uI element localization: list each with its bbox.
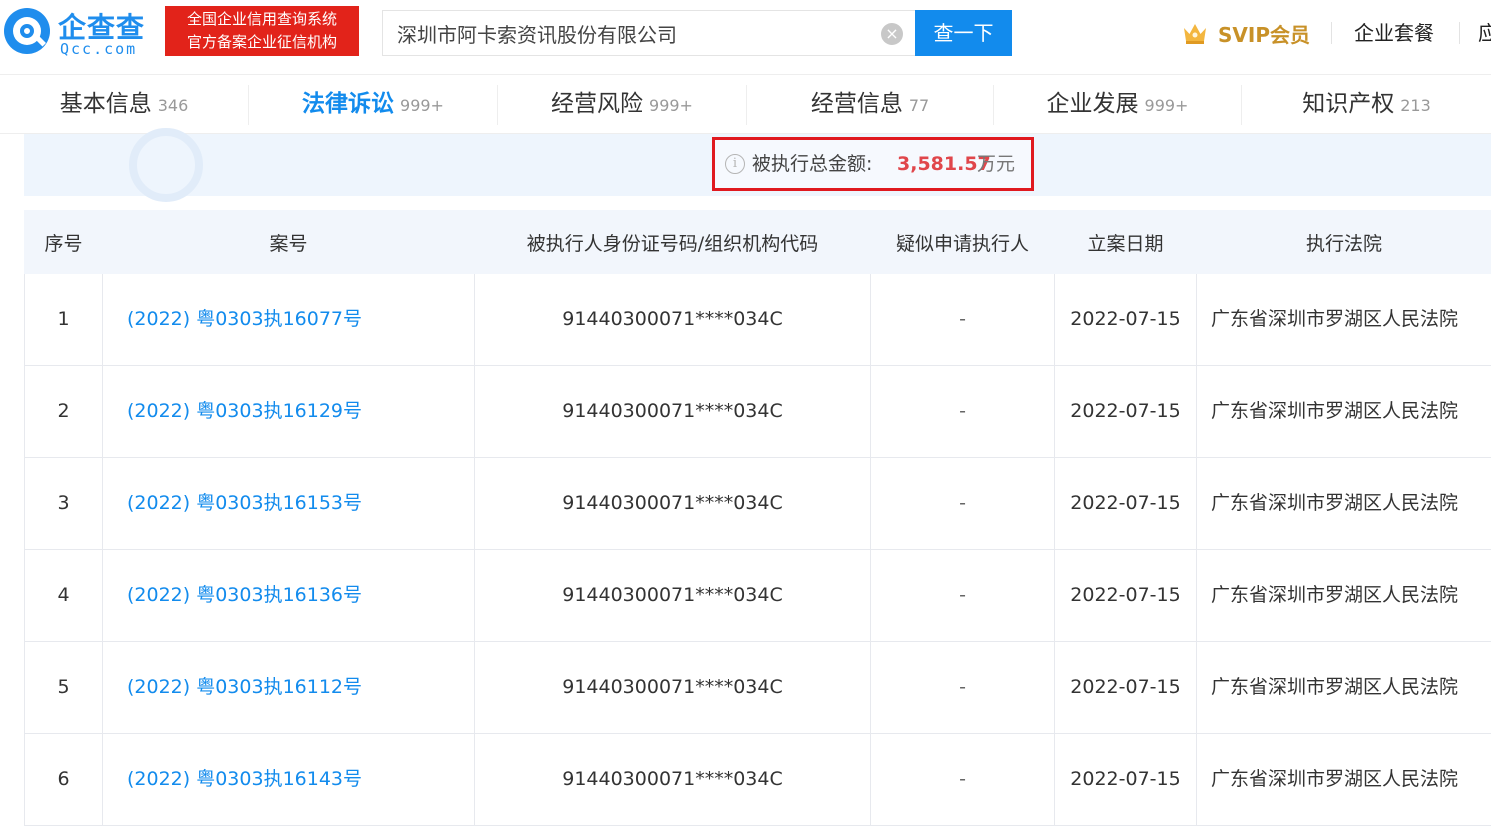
tab-operating-risk[interactable]: 经营风险 999+ [498,75,746,133]
court-name: 广东省深圳市罗湖区人民法院 [1197,642,1491,734]
row-index: 3 [25,458,103,550]
total-amount-unit: 万元 [977,152,1015,176]
row-index: 6 [25,734,103,826]
header-applicant: 疑似申请执行人 [871,211,1055,274]
tab-development[interactable]: 企业发展 999+ [994,75,1241,133]
tab-basic-info[interactable]: 基本信息 346 [0,75,248,133]
filing-date: 2022-07-15 [1055,550,1197,642]
tab-label: 企业发展 [1047,91,1139,117]
header-filing-date: 立案日期 [1055,211,1197,274]
tab-count: 213 [1400,96,1431,115]
filing-date: 2022-07-15 [1055,458,1197,550]
watermark-icon [129,128,203,202]
official-badge: 全国企业信用查询系统 官方备案企业征信机构 [165,6,359,56]
total-amount-highlight: i 被执行总金额: 3,581.57 万元 [712,137,1034,191]
table-row: 4 (2022) 粤0303执16136号 91440300071****034… [25,550,1491,642]
court-name: 广东省深圳市罗湖区人民法院 [1197,458,1491,550]
id-code: 91440300071****034C [475,642,871,734]
court-name: 广东省深圳市罗湖区人民法院 [1197,550,1491,642]
case-number-link[interactable]: (2022) 粤0303执16153号 [103,458,475,550]
table-row: 5 (2022) 粤0303执16112号 91440300071****034… [25,642,1491,734]
case-number-link[interactable]: (2022) 粤0303执16136号 [103,550,475,642]
header-divider [1331,22,1332,44]
top-header: 企查查 Qcc.com 全国企业信用查询系统 官方备案企业征信机构 × 查一下 … [0,0,1491,68]
tab-count: 77 [909,96,929,115]
filing-date: 2022-07-15 [1055,366,1197,458]
case-number-link[interactable]: (2022) 粤0303执16143号 [103,734,475,826]
tab-count: 999+ [400,96,444,115]
logo-mark-icon [4,8,50,54]
id-code: 91440300071****034C [475,274,871,366]
total-amount-label: 被执行总金额: [752,152,872,176]
applicant: - [871,274,1055,366]
applicant: - [871,734,1055,826]
row-index: 2 [25,366,103,458]
tab-count: 999+ [1145,96,1189,115]
search-button[interactable]: 查一下 [915,10,1012,56]
official-badge-line1: 全国企业信用查询系统 [165,8,359,31]
court-name: 广东省深圳市罗湖区人民法院 [1197,274,1491,366]
court-name: 广东省深圳市罗湖区人民法院 [1197,366,1491,458]
id-code: 91440300071****034C [475,734,871,826]
filing-date: 2022-07-15 [1055,642,1197,734]
tab-label: 经营风险 [551,91,643,117]
case-number-link[interactable]: (2022) 粤0303执16129号 [103,366,475,458]
id-code: 91440300071****034C [475,550,871,642]
case-number-link[interactable]: (2022) 粤0303执16077号 [103,274,475,366]
svip-member-link[interactable]: SVIP会员 [1182,18,1310,48]
row-index: 1 [25,274,103,366]
crown-icon [1182,22,1208,44]
table-row: 6 (2022) 粤0303执16143号 91440300071****034… [25,734,1491,826]
tab-intellectual-property[interactable]: 知识产权 213 [1242,75,1491,133]
case-number-link[interactable]: (2022) 粤0303执16112号 [103,642,475,734]
tab-count: 999+ [649,96,693,115]
id-code: 91440300071****034C [475,366,871,458]
company-tabs: 基本信息 346 法律诉讼 999+ 经营风险 999+ 经营信息 77 企业发展 999… [0,74,1491,134]
applicant: - [871,642,1055,734]
header-divider [1459,22,1460,44]
execution-table: 序号 案号 被执行人身份证号码/组织机构代码 疑似申请执行人 立案日期 执行法院… [24,210,1491,826]
tab-operating-info[interactable]: 经营信息 77 [747,75,993,133]
svip-label: SVIP会员 [1218,19,1310,48]
table-row: 1 (2022) 粤0303执16077号 91440300071****034… [25,274,1491,366]
filing-date: 2022-07-15 [1055,274,1197,366]
search-input[interactable] [397,11,867,55]
truncated-nav-link[interactable]: 应 [1478,18,1491,48]
logo-domain: Qcc.com [60,40,137,58]
applicant: - [871,550,1055,642]
row-index: 4 [25,550,103,642]
applicant: - [871,458,1055,550]
tab-label: 经营信息 [811,91,903,117]
id-code: 91440300071****034C [475,458,871,550]
row-index: 5 [25,642,103,734]
header-case-number: 案号 [103,211,475,274]
official-badge-line2: 官方备案企业征信机构 [165,31,359,54]
enterprise-package-link[interactable]: 企业套餐 [1354,18,1434,48]
header-index: 序号 [25,211,103,274]
header-court: 执行法院 [1197,211,1491,274]
tab-label: 法律诉讼 [302,91,394,117]
qcc-logo[interactable]: 企查查 Qcc.com [0,6,160,60]
table-row: 2 (2022) 粤0303执16129号 91440300071****034… [25,366,1491,458]
search-box: × [382,10,916,56]
applicant: - [871,366,1055,458]
info-icon[interactable]: i [725,154,745,174]
tab-legal-litigation[interactable]: 法律诉讼 999+ [249,75,497,133]
tab-label: 知识产权 [1302,91,1394,117]
tab-label: 基本信息 [60,91,152,117]
court-name: 广东省深圳市罗湖区人民法院 [1197,734,1491,826]
tab-count: 346 [158,96,189,115]
header-id-code: 被执行人身份证号码/组织机构代码 [475,211,871,274]
filing-date: 2022-07-15 [1055,734,1197,826]
table-header-row: 序号 案号 被执行人身份证号码/组织机构代码 疑似申请执行人 立案日期 执行法院 [25,211,1491,274]
table-row: 3 (2022) 粤0303执16153号 91440300071****034… [25,458,1491,550]
clear-icon[interactable]: × [881,23,903,45]
